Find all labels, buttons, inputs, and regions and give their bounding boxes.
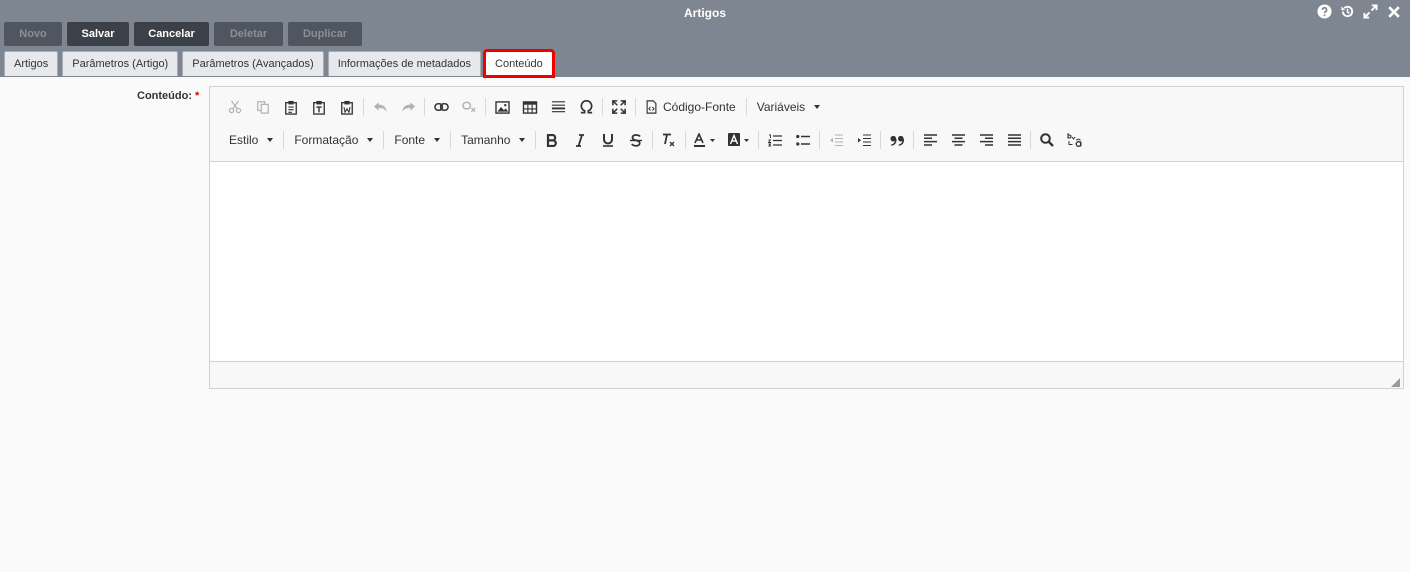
chevron-down-icon [814,105,821,109]
duplicate-button[interactable]: Duplicar [288,22,362,46]
font-label: Fonte [394,133,426,147]
toolbar-separator [819,131,821,149]
toolbar-separator [602,98,603,116]
save-button[interactable]: Salvar [67,22,129,46]
toolbar-separator [880,131,882,149]
toolbar-separator [652,131,654,149]
help-icon[interactable] [1316,3,1333,20]
window-controls [1316,3,1402,20]
undo-icon[interactable] [366,94,394,120]
cut-icon[interactable] [221,94,249,120]
paste-text-icon[interactable] [305,94,333,120]
toolbar-row-2: Estilo Formatação Fonte Tamanho [221,127,1089,153]
toolbar-separator [913,131,915,149]
toolbar-separator [635,98,636,116]
chevron-down-icon [434,138,441,142]
toolbar-separator [283,131,285,149]
toolbar-separator [383,131,385,149]
source-code-icon [646,100,657,114]
toolbar-separator [1030,131,1032,149]
toolbar-separator [685,131,687,149]
fullscreen-icon[interactable] [605,94,633,120]
toolbar-separator [535,131,537,149]
close-icon[interactable] [1385,3,1402,20]
paste-icon[interactable] [277,94,305,120]
horizontal-line-icon[interactable] [544,94,572,120]
toolbar-separator [758,131,760,149]
variables-label: Variáveis [756,100,806,114]
required-mark: * [194,90,200,102]
special-char-icon[interactable] [572,94,600,120]
indent-icon[interactable] [850,127,878,153]
cancel-button[interactable]: Cancelar [134,22,209,46]
table-icon[interactable] [516,94,544,120]
toolbar-separator [485,98,486,116]
align-justify-icon[interactable] [1000,127,1028,153]
italic-icon[interactable] [566,127,594,153]
underline-icon[interactable] [594,127,622,153]
history-icon[interactable] [1339,3,1356,20]
bulleted-list-icon[interactable] [789,127,817,153]
source-code-label: Código-Fonte [663,100,736,114]
editor-content-area[interactable] [210,162,1403,362]
editor-status-bar [210,361,1403,388]
tab-bar: Artigos Parâmetros (Artigo) Parâmetros (… [4,49,555,78]
action-bar: Novo Salvar Cancelar Deletar Duplicar [4,22,362,46]
remove-format-icon[interactable] [655,127,683,153]
window-header: Artigos Novo Salvar Cancelar Deletar Dup… [0,0,1410,78]
window-title: Artigos [684,6,726,20]
delete-button[interactable]: Deletar [214,22,283,46]
bold-icon[interactable] [538,127,566,153]
search-icon[interactable] [1033,127,1061,153]
paste-word-icon[interactable] [333,94,361,120]
toolbar-separator [450,131,452,149]
link-icon[interactable] [427,94,455,120]
numbered-list-icon[interactable] [761,127,789,153]
chevron-down-icon [267,138,274,142]
format-dropdown[interactable]: Formatação [286,127,381,153]
rich-text-editor: Código-Fonte Variáveis Estilo Formatação… [209,86,1404,389]
resize-grip-icon[interactable] [1391,376,1400,387]
blockquote-icon[interactable] [883,127,911,153]
style-dropdown[interactable]: Estilo [221,127,281,153]
redo-icon[interactable] [394,94,422,120]
format-label: Formatação [294,133,359,147]
content-label-text: Conteúdo: [137,90,192,102]
editor-toolbar: Código-Fonte Variáveis Estilo Formatação… [210,87,1403,162]
chevron-down-icon [519,138,526,142]
variables-dropdown[interactable]: Variáveis [749,94,828,120]
tab-metadados[interactable]: Informações de metadados [327,51,482,76]
background-color-icon[interactable] [722,127,756,153]
align-left-icon[interactable] [916,127,944,153]
content-field-label: Conteúdo: * [137,90,199,102]
replace-icon[interactable] [1061,127,1089,153]
source-code-button[interactable]: Código-Fonte [638,94,744,120]
size-label: Tamanho [461,133,511,147]
align-right-icon[interactable] [972,127,1000,153]
size-dropdown[interactable]: Tamanho [453,127,533,153]
copy-icon[interactable] [249,94,277,120]
chevron-down-icon [367,138,374,142]
strikethrough-icon[interactable] [622,127,650,153]
image-icon[interactable] [488,94,516,120]
tab-parametros-artigo[interactable]: Parâmetros (Artigo) [62,51,179,76]
text-color-icon[interactable] [688,127,722,153]
tab-parametros-avancados[interactable]: Parâmetros (Avançados) [182,51,324,76]
toolbar-separator [745,98,747,116]
align-center-icon[interactable] [944,127,972,153]
toolbar-row-1: Código-Fonte Variáveis [221,94,828,120]
maximize-icon[interactable] [1362,3,1379,20]
tab-conteudo[interactable]: Conteúdo [483,49,555,78]
style-label: Estilo [229,133,259,147]
toolbar-separator [424,98,425,116]
font-dropdown[interactable]: Fonte [386,127,448,153]
tab-artigos[interactable]: Artigos [4,51,59,76]
new-button[interactable]: Novo [4,22,62,46]
outdent-icon[interactable] [822,127,850,153]
unlink-icon[interactable] [455,94,483,120]
toolbar-separator [363,98,364,116]
